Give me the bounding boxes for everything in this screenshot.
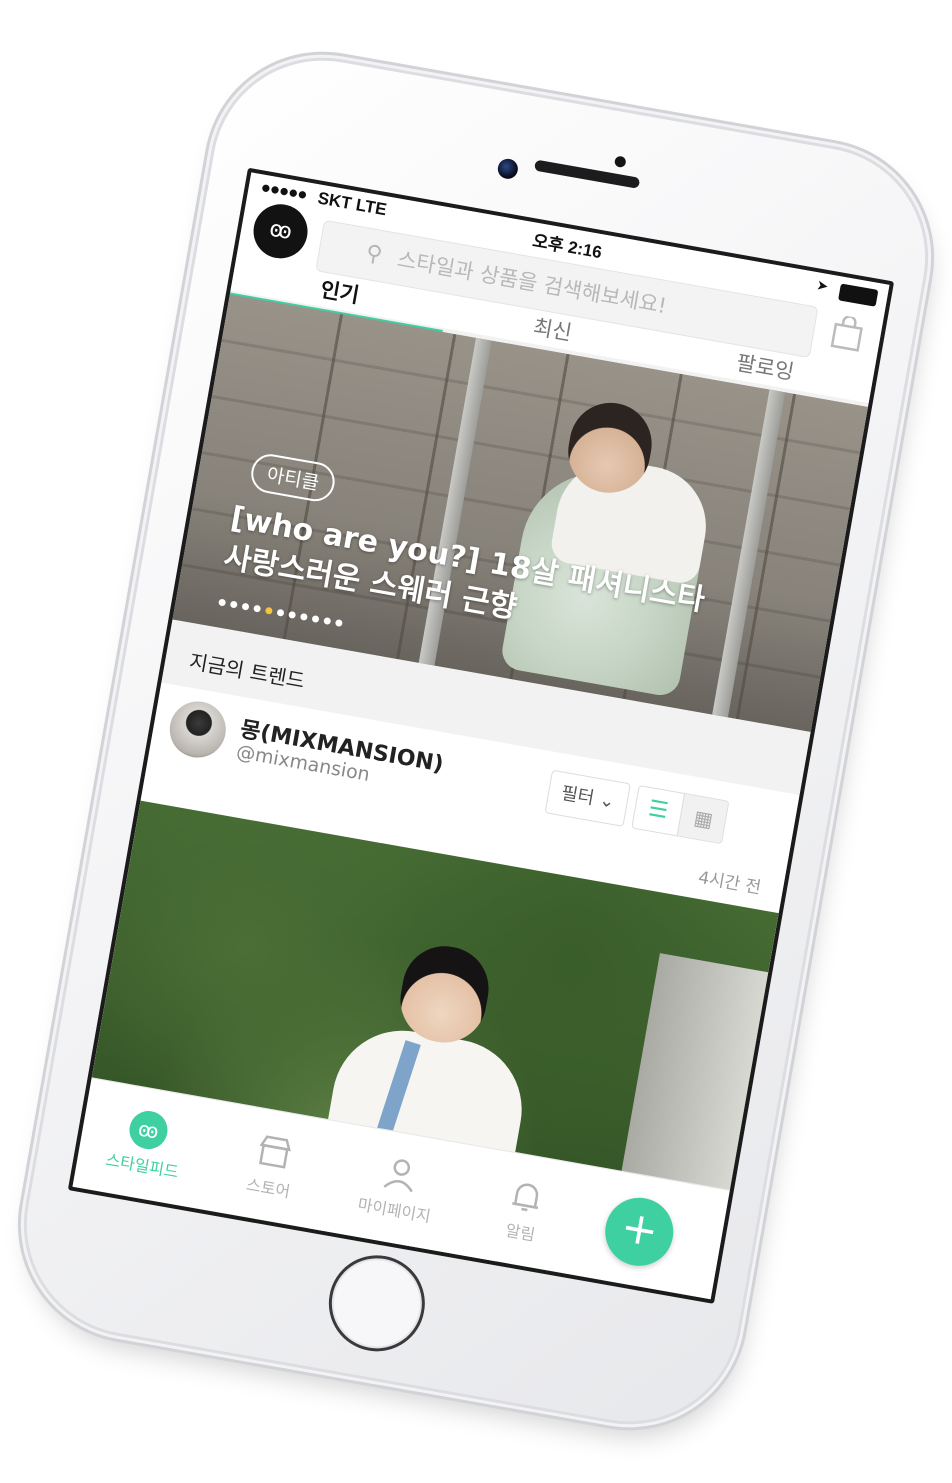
style-feed-icon: ꙭ	[126, 1108, 171, 1153]
view-mode-toggle: ☰ ▦	[631, 784, 730, 845]
app-screen: ●●●●● SKT LTE 오후 2:16 ➤ ꙭ ⚲ 스타일과 상품을 검색해…	[67, 167, 895, 1304]
search-icon: ⚲	[363, 240, 385, 269]
section-title: 지금의 트렌드	[187, 649, 307, 694]
device-mockup: ●●●●● SKT LTE 오후 2:16 ➤ ꙭ ⚲ 스타일과 상품을 검색해…	[0, 0, 952, 1483]
front-camera	[496, 157, 520, 181]
list-view-icon[interactable]: ☰	[632, 786, 684, 835]
filter-button[interactable]: 필터 ⌄	[544, 769, 631, 827]
page-dot: ●	[334, 617, 348, 630]
nav-label: 마이페이지	[356, 1194, 433, 1227]
nav-item-notifications[interactable]: 알림	[451, 1145, 598, 1276]
add-post-button[interactable]: +	[599, 1192, 679, 1272]
home-button[interactable]	[321, 1247, 433, 1359]
shopping-bag-icon[interactable]	[828, 314, 867, 353]
bell-icon	[512, 1183, 539, 1212]
store-icon	[259, 1135, 291, 1169]
nav-label: 스토어	[244, 1175, 292, 1202]
nav-label: 알림	[504, 1220, 537, 1245]
proximity-sensor	[613, 155, 627, 169]
nav-item-store[interactable]: 스토어	[199, 1101, 346, 1232]
nav-item-my-page[interactable]: 마이페이지	[325, 1123, 472, 1254]
nav-item-style-feed[interactable]: ꙭ 스타일피드	[72, 1078, 219, 1209]
person-icon	[383, 1159, 413, 1193]
avatar[interactable]	[165, 697, 231, 762]
app-logo[interactable]: ꙭ	[249, 200, 312, 263]
grid-view-icon[interactable]: ▦	[676, 793, 730, 844]
nav-label: 스타일피드	[104, 1150, 181, 1182]
iphone-frame: ●●●●● SKT LTE 오후 2:16 ➤ ꙭ ⚲ 스타일과 상품을 검색해…	[9, 43, 943, 1439]
post-timestamp: 4시간 전	[696, 867, 763, 899]
